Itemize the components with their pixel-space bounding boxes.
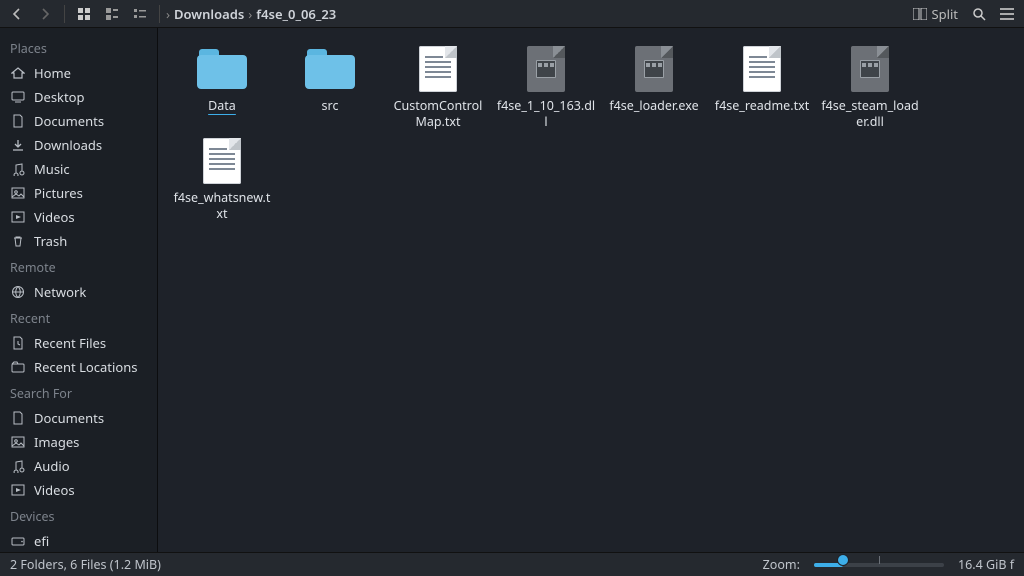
sidebar-item-desktop[interactable]: Desktop [0, 85, 157, 109]
recent-locations-icon [10, 359, 26, 375]
sidebar-item-images[interactable]: Images [0, 430, 157, 454]
view-icons-button[interactable] [71, 2, 97, 26]
downloads-icon [10, 137, 26, 153]
search-button[interactable] [966, 2, 992, 26]
sidebar-item-network[interactable]: Network [0, 280, 157, 304]
zoom-label: Zoom: [763, 556, 800, 573]
videos-icon [10, 209, 26, 225]
pictures-icon [10, 185, 26, 201]
file-name: src [322, 98, 339, 114]
chevron-right-icon: › [166, 5, 170, 23]
sidebar-item-label: Recent Files [34, 334, 106, 352]
sidebar-item-label: Trash [34, 232, 67, 250]
sidebar-item-documents[interactable]: Documents [0, 406, 157, 430]
desktop-icon [10, 89, 26, 105]
sidebar-item-music[interactable]: Music [0, 157, 157, 181]
view-details-button[interactable] [127, 2, 153, 26]
sidebar-item-label: Videos [34, 481, 75, 499]
file-name: Data [208, 98, 236, 114]
file-item[interactable]: f4se_whatsnew.txt [168, 134, 276, 226]
places-panel: Places Home Desktop Documents Downloads Music… [0, 28, 158, 552]
sidebar-item-label: Audio [34, 457, 70, 475]
disk-free: 16.4 GiB f [958, 556, 1014, 573]
home-icon [10, 65, 26, 81]
hamburger-menu-button[interactable] [994, 2, 1020, 26]
file-view[interactable]: Data src CustomControlMap.txtf4se_1_10_163… [158, 28, 1024, 552]
sidebar-item-recent files[interactable]: Recent Files [0, 331, 157, 355]
sidebar-item-label: Downloads [34, 136, 102, 154]
breadcrumb[interactable]: › Downloads › f4se_0_06_23 [166, 5, 336, 23]
file-item[interactable]: f4se_1_10_163.dll [492, 42, 600, 134]
sidebar-item-documents[interactable]: Documents [0, 109, 157, 133]
videos-icon [10, 482, 26, 498]
sidebar-item-label: Documents [34, 112, 104, 130]
music-icon [10, 458, 26, 474]
folder-icon [197, 49, 247, 89]
sidebar-item-videos[interactable]: Videos [0, 205, 157, 229]
file-name: f4se_whatsnew.txt [172, 190, 272, 222]
folder-icon [305, 49, 355, 89]
text-file-icon [203, 138, 241, 184]
file-name: CustomControlMap.txt [388, 98, 488, 130]
sidebar-item-label: Pictures [34, 184, 83, 202]
network-icon [10, 284, 26, 300]
sidebar-item-label: Videos [34, 208, 75, 226]
view-compact-button[interactable] [99, 2, 125, 26]
file-name: f4se_1_10_163.dll [496, 98, 596, 130]
sidebar-item-label: Music [34, 160, 70, 178]
back-button[interactable] [4, 2, 30, 26]
split-button[interactable]: Split [907, 2, 964, 26]
file-name: f4se_loader.exe [609, 98, 698, 114]
sidebar-item-home[interactable]: Home [0, 61, 157, 85]
status-summary: 2 Folders, 6 Files (1.2 MiB) [10, 556, 161, 573]
sidebar-item-trash[interactable]: Trash [0, 229, 157, 253]
file-item[interactable]: f4se_readme.txt [708, 42, 816, 134]
binary-file-icon [527, 46, 565, 92]
forward-button[interactable] [32, 2, 58, 26]
sidebar-item-label: Images [34, 433, 79, 451]
sidebar-item-recent locations[interactable]: Recent Locations [0, 355, 157, 379]
binary-file-icon [851, 46, 889, 92]
binary-file-icon [635, 46, 673, 92]
sidebar-item-label: Network [34, 283, 86, 301]
sidebar-item-label: Home [34, 64, 71, 82]
sidebar-item-label: Documents [34, 409, 104, 427]
section-places: Places [0, 34, 157, 61]
text-file-icon [743, 46, 781, 92]
file-item[interactable]: Data [168, 42, 276, 134]
file-item[interactable]: f4se_loader.exe [600, 42, 708, 134]
recent-files-icon [10, 335, 26, 351]
drive-icon [10, 533, 26, 549]
sidebar-item-efi[interactable]: efi [0, 529, 157, 552]
breadcrumb-segment[interactable]: Downloads [174, 5, 244, 23]
sidebar-item-downloads[interactable]: Downloads [0, 133, 157, 157]
section-search: Search For [0, 379, 157, 406]
section-devices: Devices [0, 502, 157, 529]
zoom-slider[interactable] [814, 558, 944, 572]
section-recent: Recent [0, 304, 157, 331]
file-name: f4se_steam_loader.dll [820, 98, 920, 130]
sidebar-item-label: Recent Locations [34, 358, 137, 376]
pictures-icon [10, 434, 26, 450]
chevron-right-icon: › [248, 5, 252, 23]
sidebar-item-label: efi [34, 532, 49, 550]
file-item[interactable]: CustomControlMap.txt [384, 42, 492, 134]
file-manager-window: › Downloads › f4se_0_06_23 Split Places H… [0, 0, 1024, 576]
toolbar: › Downloads › f4se_0_06_23 Split [0, 0, 1024, 28]
file-item[interactable]: f4se_steam_loader.dll [816, 42, 924, 134]
documents-icon [10, 410, 26, 426]
section-remote: Remote [0, 253, 157, 280]
trash-icon [10, 233, 26, 249]
file-item[interactable]: src [276, 42, 384, 134]
music-icon [10, 161, 26, 177]
breadcrumb-segment[interactable]: f4se_0_06_23 [256, 5, 336, 23]
text-file-icon [419, 46, 457, 92]
status-bar: 2 Folders, 6 Files (1.2 MiB) Zoom: 16.4 … [0, 552, 1024, 576]
file-name: f4se_readme.txt [715, 98, 809, 114]
sidebar-item-videos[interactable]: Videos [0, 478, 157, 502]
documents-icon [10, 113, 26, 129]
sidebar-item-label: Desktop [34, 88, 85, 106]
sidebar-item-audio[interactable]: Audio [0, 454, 157, 478]
sidebar-item-pictures[interactable]: Pictures [0, 181, 157, 205]
